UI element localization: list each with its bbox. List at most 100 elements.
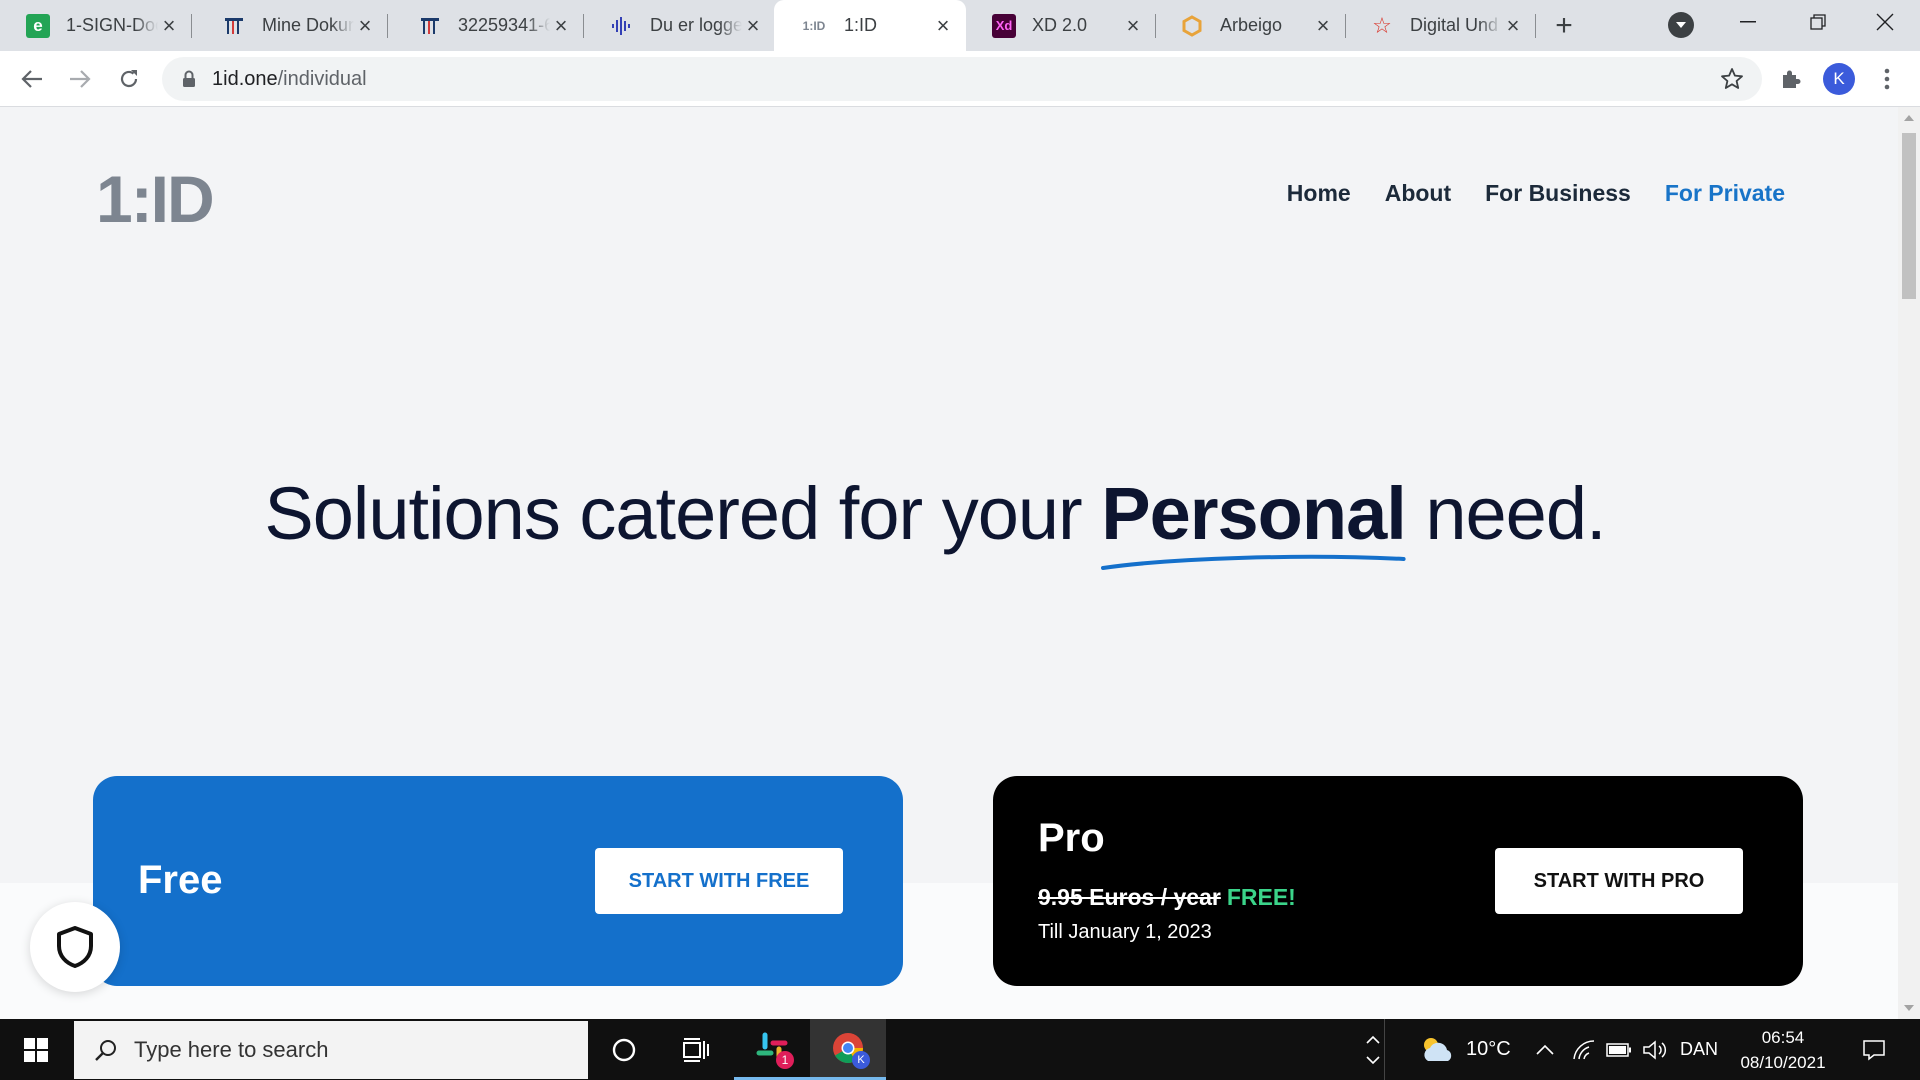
close-icon[interactable]: × bbox=[550, 13, 572, 38]
taskbar-search-input[interactable]: Type here to search bbox=[74, 1021, 588, 1079]
tab-search-button[interactable] bbox=[1668, 12, 1694, 38]
address-bar[interactable]: 1id.one/individual bbox=[162, 57, 1762, 101]
notification-badge: 1 bbox=[776, 1051, 794, 1069]
nav-for-private[interactable]: For Private bbox=[1665, 180, 1785, 207]
1id-icon: 1:ID bbox=[802, 18, 826, 33]
slack-app-button[interactable]: 1 bbox=[734, 1019, 810, 1080]
red-star-icon: ☆ bbox=[1372, 12, 1392, 38]
close-icon[interactable]: × bbox=[354, 13, 376, 38]
start-button[interactable] bbox=[0, 1019, 72, 1080]
back-button[interactable] bbox=[16, 63, 48, 95]
tab-label: Mine Dokur bbox=[262, 15, 354, 35]
shield-icon bbox=[57, 926, 93, 968]
task-view-icon bbox=[683, 1037, 709, 1062]
nav-home[interactable]: Home bbox=[1287, 180, 1351, 207]
partly-cloudy-icon bbox=[1424, 1037, 1452, 1061]
hexagon-icon bbox=[1180, 14, 1204, 38]
action-center-button[interactable] bbox=[1854, 1019, 1894, 1080]
forward-button[interactable] bbox=[64, 63, 96, 95]
hand-drawn-underline-icon bbox=[1101, 554, 1406, 570]
chrome-app-button[interactable]: K bbox=[810, 1019, 886, 1080]
chevron-up-icon bbox=[1536, 1044, 1554, 1055]
close-icon[interactable]: × bbox=[932, 13, 954, 38]
profile-badge: K bbox=[852, 1051, 870, 1069]
chevron-down-icon bbox=[1676, 22, 1686, 28]
hero-accent-word: Personal bbox=[1101, 471, 1407, 570]
page-scrollbar[interactable] bbox=[1898, 107, 1920, 1019]
nav-about[interactable]: About bbox=[1385, 180, 1451, 207]
profile-avatar[interactable]: K bbox=[1823, 63, 1855, 95]
chrome-menu-button[interactable] bbox=[1871, 63, 1903, 95]
browser-toolbar: 1id.one/individual bbox=[0, 51, 1920, 107]
system-clock[interactable]: 06:54 08/10/2021 bbox=[1728, 1025, 1838, 1075]
new-tab-button[interactable]: + bbox=[1548, 9, 1580, 42]
tab-separator bbox=[387, 14, 388, 38]
close-icon[interactable]: × bbox=[158, 13, 180, 38]
scrollbar-thumb[interactable] bbox=[1902, 133, 1916, 299]
tab-mine-dokumenter[interactable]: Mine Dokur × bbox=[196, 0, 388, 51]
search-placeholder: Type here to search bbox=[134, 1037, 329, 1062]
site-logo[interactable]: 1:ID bbox=[96, 161, 215, 237]
tab-1sign[interactable]: e 1-SIGN-Doc × bbox=[0, 0, 192, 51]
close-icon bbox=[1876, 13, 1894, 31]
hero-text-before: Solutions catered for your bbox=[264, 472, 1102, 555]
reload-button[interactable] bbox=[113, 63, 145, 95]
offer-note: Till January 1, 2023 bbox=[1038, 921, 1212, 943]
clock-date: 08/10/2021 bbox=[1740, 1053, 1826, 1072]
extensions-button[interactable] bbox=[1775, 63, 1807, 95]
tab-1id[interactable]: 1:ID 1:ID × bbox=[774, 0, 966, 51]
close-window-button[interactable] bbox=[1850, 0, 1920, 44]
restore-button[interactable] bbox=[1783, 0, 1853, 44]
close-icon[interactable]: × bbox=[1122, 13, 1144, 38]
clock-time: 06:54 bbox=[1761, 1028, 1805, 1047]
show-hidden-icons-button[interactable] bbox=[1536, 1019, 1554, 1080]
cortana-button[interactable] bbox=[586, 1019, 662, 1080]
tab-label: Arbeigo bbox=[1220, 15, 1283, 35]
pro-plan-card: Pro 9.95 Euros / year FREE! Till January … bbox=[993, 776, 1803, 986]
tab-label: 32259341-6 bbox=[458, 15, 550, 35]
lock-icon[interactable] bbox=[182, 70, 196, 88]
windows-taskbar: Type here to search 1 K 10°C DAN 06:54 0… bbox=[0, 1019, 1920, 1080]
puzzle-icon bbox=[1783, 70, 1801, 88]
battery-button[interactable] bbox=[1606, 1019, 1632, 1080]
network-button[interactable] bbox=[1572, 1019, 1596, 1080]
pro-plan-title: Pro bbox=[1038, 816, 1105, 860]
weather-temperature: 10°C bbox=[1466, 1038, 1511, 1060]
tab-du-er-logget[interactable]: Du er logge × bbox=[584, 0, 776, 51]
tab-label: Digital Und bbox=[1410, 15, 1499, 35]
scroll-up-arrow-icon[interactable] bbox=[1904, 115, 1914, 121]
input-language[interactable]: DAN bbox=[1680, 1019, 1718, 1080]
star-icon bbox=[1721, 68, 1743, 89]
tab-label: 1-SIGN-Doc bbox=[66, 15, 158, 35]
bookmark-star-button[interactable] bbox=[1720, 67, 1744, 96]
tab-label: XD 2.0 bbox=[1032, 15, 1088, 35]
privacy-shield-button[interactable] bbox=[30, 902, 120, 992]
start-with-pro-button[interactable]: START WITH PRO bbox=[1495, 848, 1743, 914]
tab-separator bbox=[1535, 14, 1536, 38]
arrow-left-icon bbox=[21, 70, 42, 88]
tab-document-number[interactable]: 32259341-6 × bbox=[392, 0, 584, 51]
tab-separator bbox=[191, 14, 192, 38]
tab-arbeigo[interactable]: Arbeigo × bbox=[1154, 0, 1346, 51]
scroll-down-arrow-icon[interactable] bbox=[1904, 1005, 1914, 1011]
nav-for-business[interactable]: For Business bbox=[1485, 180, 1631, 207]
restore-icon bbox=[1810, 14, 1826, 30]
document-pillar-icon bbox=[418, 14, 442, 38]
close-icon[interactable]: × bbox=[742, 13, 764, 38]
start-with-free-button[interactable]: START WITH FREE bbox=[595, 848, 843, 914]
task-view-button[interactable] bbox=[658, 1019, 734, 1080]
volume-button[interactable] bbox=[1642, 1019, 1668, 1080]
green-e-icon: e bbox=[26, 13, 50, 38]
site-nav: Home About For Business For Private bbox=[1287, 180, 1785, 207]
close-icon[interactable]: × bbox=[1312, 13, 1334, 38]
minimize-icon bbox=[1740, 21, 1756, 23]
tab-digital-undervisning[interactable]: ☆ Digital Und × bbox=[1344, 0, 1536, 51]
weather-widget[interactable]: 10°C bbox=[1418, 1019, 1511, 1080]
tab-strip: e 1-SIGN-Doc × Mine Dokur × 32259341-6 ×… bbox=[0, 0, 1920, 51]
close-icon[interactable]: × bbox=[1502, 13, 1524, 38]
minimize-button[interactable] bbox=[1713, 0, 1783, 44]
chevron-up-icon bbox=[1366, 1035, 1380, 1044]
tab-xd[interactable]: Xd XD 2.0 × bbox=[966, 0, 1156, 51]
hero-heading: Solutions catered for your Personal need… bbox=[0, 471, 1870, 570]
tab-label: Du er logge bbox=[650, 15, 742, 35]
